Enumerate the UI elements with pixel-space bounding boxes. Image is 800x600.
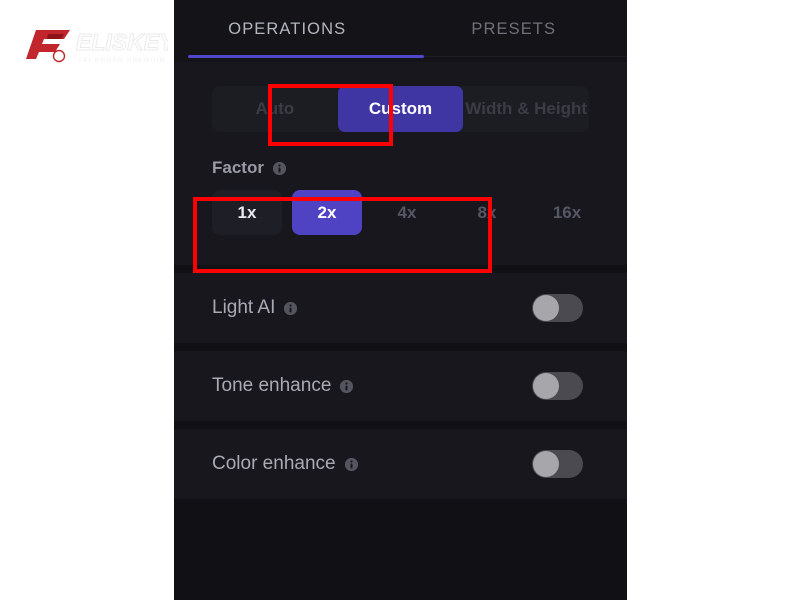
tab-bar-divider [424,56,627,57]
info-icon[interactable] [344,457,358,471]
watermark-logo: ELISKEY TÀI KHOẢN PREMIUM GIÁ RẺ [18,18,168,70]
tab-bar: OPERATIONS PRESETS [174,0,627,62]
info-icon-glyph [340,379,354,393]
factor-option-4x[interactable]: 4x [372,190,442,235]
toggle-tone-enhance[interactable] [532,372,583,400]
active-tab-indicator [188,55,424,58]
eliskey-logo-icon: ELISKEY TÀI KHOẢN PREMIUM GIÁ RẺ [26,29,168,64]
setting-label-color-enhance: Color enhance [212,453,336,474]
factor-label: Factor [212,158,264,177]
setting-label-light-ai: Light AI [212,297,276,318]
info-icon-glyph [272,161,286,175]
factor-option-16x[interactable]: 16x [532,190,602,235]
resize-mode-custom-label: Custom [368,99,433,118]
info-icon-glyph [284,301,298,315]
info-icon[interactable] [272,161,286,175]
factor-option-1x-label: 1x [237,202,257,222]
resize-mode-segmented-control[interactable]: Auto Custom Width & Height [212,86,589,132]
tab-presets[interactable]: PRESETS [401,0,628,58]
watermark-tagline-text: TÀI KHOẢN PREMIUM GIÁ RẺ [78,57,168,64]
factor-option-8x-label: 8x [477,202,497,222]
setting-row-light-ai-left: Light AI [212,297,298,319]
factor-option-2x[interactable]: 2x [292,190,362,235]
resize-mode-width-height-label: Width & Height [465,99,587,118]
tab-presets-label: PRESETS [471,19,557,38]
resize-settings-card: Auto Custom Width & Height Factor 1x 2x … [174,62,627,265]
factor-option-8x[interactable]: 8x [452,190,522,235]
factor-options-row: 1x 2x 4x 8x 16x [212,190,627,235]
setting-row-tone-enhance-left: Tone enhance [212,375,354,397]
tab-operations[interactable]: OPERATIONS [174,0,401,58]
resize-mode-auto-label: Auto [255,99,295,118]
upscale-settings-panel: OPERATIONS PRESETS Auto Custom Width & H… [174,0,627,600]
resize-mode-width-height[interactable]: Width & Height [463,86,589,132]
toggle-light-ai[interactable] [532,294,583,322]
setting-row-color-enhance-left: Color enhance [212,453,358,475]
setting-label-tone-enhance: Tone enhance [212,375,332,396]
setting-row-color-enhance: Color enhance [174,429,627,499]
factor-option-4x-label: 4x [397,202,417,222]
factor-option-16x-label: 16x [552,202,582,222]
factor-option-2x-label: 2x [317,202,337,222]
factor-label-row: Factor [212,158,627,178]
resize-mode-group: Auto Custom Width & Height [212,86,589,132]
watermark-brand-text: ELISKEY [76,29,168,55]
info-icon[interactable] [284,301,298,315]
toggle-color-enhance[interactable] [532,450,583,478]
resize-mode-auto[interactable]: Auto [212,86,338,132]
toggle-light-ai-knob [533,295,559,321]
resize-mode-custom[interactable]: Custom [337,86,464,132]
toggle-tone-enhance-knob [533,373,559,399]
tab-operations-label: OPERATIONS [228,19,347,38]
screenshot-root: ELISKEY TÀI KHOẢN PREMIUM GIÁ RẺ OPERATI… [0,0,800,600]
info-icon-glyph [344,457,358,471]
setting-row-light-ai: Light AI [174,273,627,343]
factor-option-1x[interactable]: 1x [212,190,282,235]
toggle-color-enhance-knob [533,451,559,477]
info-icon[interactable] [340,379,354,393]
setting-row-tone-enhance: Tone enhance [174,351,627,421]
